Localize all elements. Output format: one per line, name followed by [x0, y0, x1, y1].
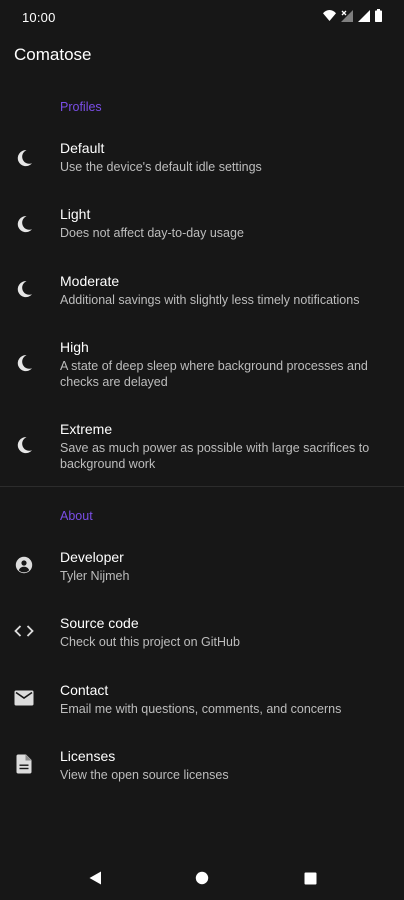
- document-icon: [13, 753, 35, 775]
- about-summary: Email me with questions, comments, and c…: [60, 702, 342, 716]
- wifi-icon: [323, 10, 336, 21]
- profile-title: Light: [60, 206, 91, 222]
- section-header-about: About: [60, 509, 93, 523]
- mail-icon: [13, 687, 35, 709]
- section-divider: [0, 486, 404, 487]
- moon-icon: [13, 434, 35, 456]
- moon-icon: [13, 352, 35, 374]
- profile-summary: A state of deep sleep where background p…: [60, 359, 368, 389]
- profile-default[interactable]: Default Use the device's default idle se…: [0, 131, 404, 191]
- profile-title: Default: [60, 140, 105, 156]
- profile-moderate[interactable]: Moderate Additional savings with slightl…: [0, 264, 404, 324]
- about-summary: Check out this project on GitHub: [60, 635, 240, 649]
- profile-light[interactable]: Light Does not affect day-to-day usage: [0, 197, 404, 257]
- home-icon[interactable]: [191, 867, 213, 889]
- status-bar: 10:00: [0, 0, 404, 34]
- about-title: Licenses: [60, 748, 116, 764]
- profile-summary: Save as much power as possible with larg…: [60, 441, 370, 471]
- profile-title: Moderate: [60, 273, 120, 289]
- about-title: Developer: [60, 549, 124, 565]
- about-summary: Tyler Nijmeh: [60, 569, 130, 583]
- moon-icon: [13, 278, 35, 300]
- profile-extreme[interactable]: Extreme Save as much power as possible w…: [0, 412, 404, 480]
- account-circle-icon: [13, 554, 35, 576]
- moon-icon: [13, 213, 35, 235]
- about-licenses[interactable]: Licenses View the open source licenses: [0, 739, 404, 799]
- signal-x-icon: [341, 9, 353, 22]
- profile-high[interactable]: High A state of deep sleep where backgro…: [0, 330, 404, 398]
- about-title: Source code: [60, 615, 139, 631]
- back-icon[interactable]: [84, 867, 106, 889]
- profile-summary: Does not affect day-to-day usage: [60, 226, 244, 240]
- about-source-code[interactable]: Source code Check out this project on Gi…: [0, 606, 404, 666]
- about-developer[interactable]: Developer Tyler Nijmeh: [0, 540, 404, 600]
- about-contact[interactable]: Contact Email me with questions, comment…: [0, 673, 404, 733]
- profile-summary: Additional savings with slightly less ti…: [60, 293, 360, 307]
- code-icon: [13, 620, 35, 642]
- signal-icon: [358, 9, 370, 22]
- battery-icon: [375, 9, 382, 22]
- profile-title: Extreme: [60, 421, 113, 437]
- nav-bar: [0, 856, 404, 900]
- profile-summary: Use the device's default idle settings: [60, 160, 262, 174]
- profile-title: High: [60, 339, 89, 355]
- status-time: 10:00: [22, 10, 56, 25]
- about-title: Contact: [60, 682, 109, 698]
- section-header-profiles: Profiles: [60, 100, 102, 114]
- app-title: Comatose: [14, 45, 92, 64]
- moon-icon: [13, 147, 35, 169]
- recents-icon[interactable]: [299, 867, 321, 889]
- about-summary: View the open source licenses: [60, 768, 229, 782]
- status-icons: [323, 9, 382, 22]
